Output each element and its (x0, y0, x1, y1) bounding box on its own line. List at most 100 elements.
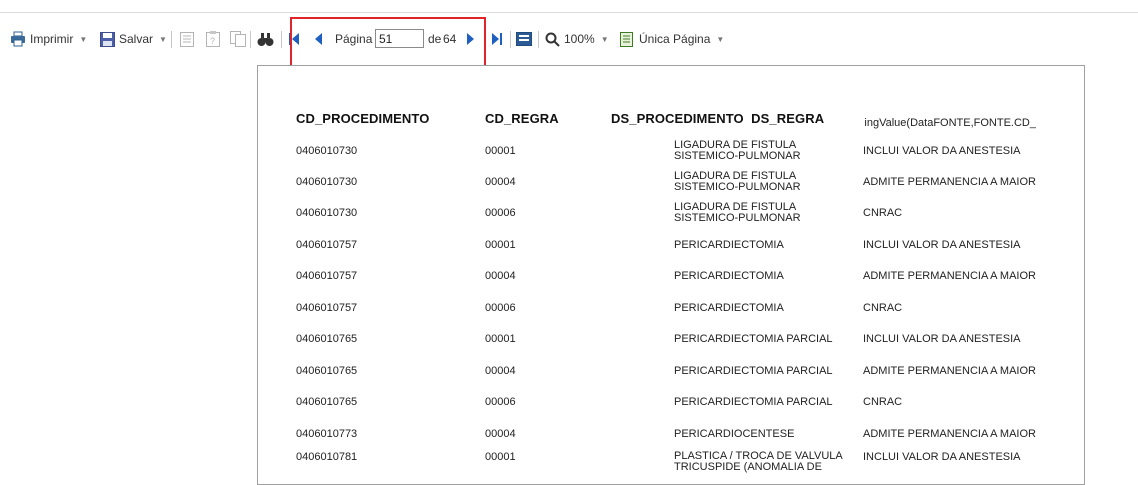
monitor-icon (516, 32, 532, 46)
cell-ds-regra: CNRAC (863, 301, 903, 314)
save-button-label: Salvar (119, 32, 154, 46)
copy-button[interactable] (230, 24, 246, 54)
first-page-button[interactable] (289, 24, 299, 54)
column-header-cd-procedimento: CD_PROCEDIMENTO (296, 111, 430, 126)
document-map-button[interactable] (180, 24, 194, 54)
zoom-value: 100% (564, 32, 595, 46)
column-header-cd-regra: CD_REGRA (485, 111, 559, 126)
table-row: 0406010757 00006 PERICARDIECTOMIA CNRAC (0, 293, 1138, 323)
table-row: 0406010757 00004 PERICARDIECTOMIA ADMITE… (0, 261, 1138, 291)
cell-cd-regra: 00004 (485, 364, 516, 377)
chevron-down-icon: ▼ (159, 34, 167, 44)
svg-text:?: ? (210, 36, 215, 46)
cell-cd-regra: 00006 (485, 206, 516, 219)
column-header-running-value: RunningValue(DataFONTE,FONTE.CD_ (864, 117, 1036, 133)
column-header-ds-procedimento-ds-regra: DS_PROCEDIMENTO DS_REGRA (611, 111, 825, 126)
table-row: 0406010730 00001 LIGADURA DE FISTULA SIS… (0, 136, 1138, 166)
cell-ds-regra: INCLUI VALOR DA ANESTESIA (863, 238, 1021, 251)
cell-cd-regra: 00006 (485, 301, 516, 314)
previous-page-button[interactable] (315, 24, 322, 54)
cell-ds-procedimento: PLASTICA / TROCA DE VALVULA TRICUSPIDE (… (674, 450, 843, 473)
cell-ds-procedimento: PERICARDIECTOMIA PARCIAL (674, 395, 833, 408)
cell-ds-regra: INCLUI VALOR DA ANESTESIA (863, 332, 1021, 345)
cell-ds-regra: INCLUI VALOR DA ANESTESIA (863, 450, 1021, 463)
table-row: 0406010730 00004 LIGADURA DE FISTULA SIS… (0, 167, 1138, 197)
print-button-label: Imprimir (30, 32, 74, 46)
cell-cd-procedimento: 0406010765 (296, 364, 358, 377)
printer-icon (11, 31, 25, 47)
chevron-down-icon: ▼ (600, 34, 609, 44)
table-row: 0406010757 00001 PERICARDIECTOMIA INCLUI… (0, 230, 1138, 260)
copy-pages-icon (230, 31, 246, 47)
cell-cd-regra: 00004 (485, 269, 516, 282)
cell-cd-procedimento: 0406010757 (296, 238, 358, 251)
view-mode-dropdown[interactable]: Única Página ▼ (620, 24, 724, 54)
last-page-button[interactable] (492, 24, 502, 54)
toolbar-divider (281, 31, 282, 48)
page-number-input[interactable] (375, 29, 424, 48)
page-label: Página (335, 32, 373, 46)
binoculars-icon (257, 32, 274, 46)
print-button[interactable]: Imprimir ▼ (10, 24, 87, 54)
single-page-icon (620, 31, 633, 47)
chevron-down-icon: ▼ (716, 34, 725, 44)
toolbar-divider (250, 31, 251, 48)
cell-ds-procedimento: LIGADURA DE FISTULA SISTEMICO-PULMONAR (674, 201, 801, 224)
cell-cd-procedimento: 0406010757 (296, 269, 358, 282)
chevron-down-icon: ▼ (79, 34, 88, 44)
view-mode-label: Única Página (639, 32, 711, 46)
cell-cd-procedimento: 0406010730 (296, 206, 358, 219)
zoom-dropdown[interactable]: 100% ▼ (545, 24, 609, 54)
first-page-icon (289, 33, 299, 45)
cell-cd-procedimento: 0406010765 (296, 395, 358, 408)
cell-ds-regra: ADMITE PERMANENCIA A MAIOR (863, 269, 1036, 282)
cell-ds-procedimento: PERICARDIECTOMIA (674, 301, 784, 314)
page-of-label: de (428, 32, 442, 46)
cell-ds-procedimento: PERICARDIECTOMIA (674, 269, 784, 282)
magnifier-icon (545, 32, 560, 47)
cell-ds-procedimento: LIGADURA DE FISTULA SISTEMICO-PULMONAR (674, 139, 801, 162)
cell-cd-procedimento: 0406010781 (296, 450, 358, 463)
cell-ds-regra: CNRAC (863, 395, 903, 408)
cell-ds-procedimento: PERICARDIECTOMIA PARCIAL (674, 364, 833, 377)
save-icon (100, 31, 115, 47)
cell-cd-procedimento: 0406010730 (296, 175, 358, 188)
cell-ds-regra: CNRAC (863, 206, 903, 219)
cell-cd-regra: 00001 (485, 144, 516, 157)
clipboard-question-icon: ? (206, 31, 220, 47)
cell-ds-procedimento: PERICARDIECTOMIA (674, 238, 784, 251)
cell-cd-procedimento: 0406010757 (296, 301, 358, 314)
parameters-button[interactable]: ? (206, 24, 220, 54)
cell-ds-regra: ADMITE PERMANENCIA A MAIOR (863, 175, 1036, 188)
cell-cd-regra: 00006 (485, 395, 516, 408)
triangle-left-icon (315, 33, 322, 45)
last-page-icon (492, 33, 502, 45)
cell-cd-regra: 00001 (485, 332, 516, 345)
cell-ds-procedimento: PERICARDIECTOMIA PARCIAL (674, 332, 833, 345)
toolbar-divider (538, 31, 539, 48)
cell-ds-procedimento: LIGADURA DE FISTULA SISTEMICO-PULMONAR (674, 170, 801, 193)
cell-cd-procedimento: 0406010765 (296, 332, 358, 345)
next-page-button[interactable] (467, 24, 474, 54)
find-button[interactable] (257, 24, 274, 54)
running-value-expression: RunningValue(DataFONTE,FONTE.CD_ (864, 117, 1036, 129)
cell-cd-regra: 00001 (485, 450, 516, 463)
report-viewer-toolbar: Imprimir ▼ Salvar ▼ ? Página de 64 100% … (0, 24, 1138, 54)
table-row: 0406010765 00001 PERICARDIECTOMIA PARCIA… (0, 324, 1138, 354)
cell-cd-regra: 00004 (485, 175, 516, 188)
table-row: 0406010730 00006 LIGADURA DE FISTULA SIS… (0, 198, 1138, 228)
document-list-icon (180, 31, 194, 47)
cell-ds-regra: ADMITE PERMANENCIA A MAIOR (863, 364, 1036, 377)
triangle-right-icon (467, 33, 474, 45)
toolbar-divider (510, 31, 511, 48)
window-top-edge (0, 0, 1138, 13)
full-screen-button[interactable] (516, 24, 532, 54)
table-row: 0406010781 00001 PLASTICA / TROCA DE VAL… (0, 442, 1138, 473)
table-row: 0406010765 00006 PERICARDIECTOMIA PARCIA… (0, 387, 1138, 417)
table-row: 0406010765 00004 PERICARDIECTOMIA PARCIA… (0, 356, 1138, 386)
page-total: 64 (443, 32, 457, 46)
toolbar-divider (171, 31, 172, 48)
cell-ds-regra: INCLUI VALOR DA ANESTESIA (863, 144, 1021, 157)
cell-cd-regra: 00001 (485, 238, 516, 251)
save-button[interactable]: Salvar ▼ (100, 24, 167, 54)
